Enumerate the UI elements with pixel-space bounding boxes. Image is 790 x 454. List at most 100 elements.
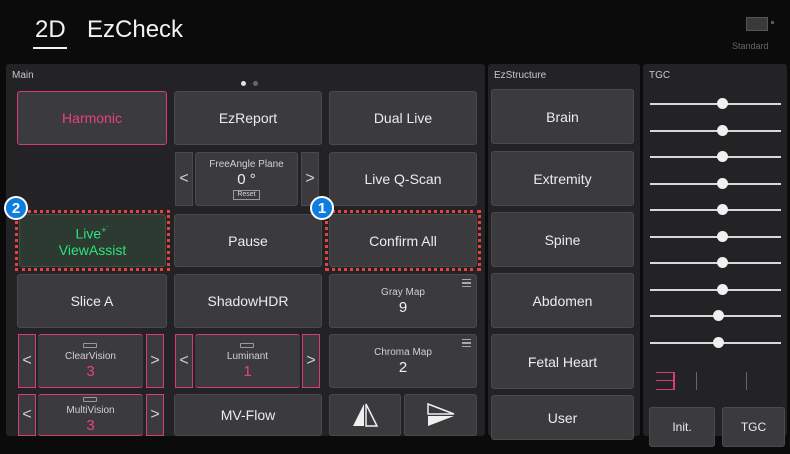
- ezreport-label: EzReport: [218, 110, 278, 126]
- menu-icon[interactable]: [462, 339, 471, 347]
- ezstructure-user-button[interactable]: User: [491, 395, 634, 440]
- tgc-button[interactable]: TGC: [722, 407, 785, 447]
- multivision-value: 3: [86, 416, 95, 434]
- chroma-map-value: 2: [398, 358, 408, 376]
- chevron-right-icon: >: [306, 352, 316, 369]
- ezstructure-item-label: User: [547, 409, 578, 426]
- tgc-slider-knob[interactable]: [713, 337, 724, 348]
- dual-live-button[interactable]: Dual Live: [329, 91, 477, 145]
- main-panel-title: Main: [12, 70, 34, 81]
- harmonic-button[interactable]: Harmonic: [17, 91, 167, 145]
- confirm-all-button[interactable]: Confirm All: [325, 210, 481, 271]
- pause-button[interactable]: Pause: [174, 214, 322, 267]
- tgc-slider-track[interactable]: [650, 156, 781, 158]
- slice-a-button[interactable]: Slice A: [17, 274, 167, 328]
- freeangle-decrease-button[interactable]: <: [175, 152, 193, 206]
- monitor-indicator: [771, 21, 774, 24]
- tgc-slider-knob[interactable]: [717, 151, 728, 162]
- ezstructure-abdomen-button[interactable]: Abdomen: [491, 273, 634, 328]
- ezstructure-item-label: Fetal Heart: [527, 353, 598, 370]
- page-dot-inactive: [253, 81, 259, 86]
- live-viewassist-button[interactable]: Live+˙ ViewAssist: [15, 210, 170, 271]
- tgc-slider-track[interactable]: [650, 236, 781, 238]
- ezstructure-item-label: Spine: [544, 231, 581, 248]
- tgc-slider-track[interactable]: [650, 130, 781, 132]
- ezstructure-extremity-button[interactable]: Extremity: [491, 151, 634, 206]
- tgc-title: TGC: [649, 70, 671, 81]
- ezstructure-item-label: Extremity: [533, 170, 592, 187]
- multivision-decrease-button[interactable]: <: [18, 394, 36, 436]
- ezstructure-title: EzStructure: [494, 70, 547, 81]
- step-badge-1: 1: [310, 196, 334, 220]
- chevron-right-icon: >: [305, 170, 315, 187]
- ezreport-button[interactable]: EzReport: [174, 91, 322, 145]
- page-dot-active: [241, 81, 246, 86]
- live-qscan-button[interactable]: Live Q-Scan: [329, 152, 477, 206]
- luminant-increase-button[interactable]: >: [302, 334, 320, 388]
- page-indicator[interactable]: [241, 73, 261, 91]
- step-badge-2: 2: [4, 196, 28, 220]
- ezstructure-fetal-heart-button[interactable]: Fetal Heart: [491, 334, 634, 389]
- shadowhdr-button[interactable]: ShadowHDR: [174, 274, 322, 328]
- tgc-mini-bar-pink: [656, 372, 674, 390]
- clearvision-increase-button[interactable]: >: [146, 334, 164, 388]
- tgc-slider-track[interactable]: [650, 183, 781, 185]
- mv-flow-button[interactable]: MV-Flow: [174, 394, 322, 436]
- step-badge-1-label: 1: [317, 199, 327, 217]
- tgc-slider-knob[interactable]: [717, 284, 728, 295]
- flip-horizontal-icon: [353, 403, 379, 427]
- ezstructure-spine-button[interactable]: Spine: [491, 212, 634, 267]
- freeangle-reset-button[interactable]: Reset: [233, 189, 260, 200]
- multivision-title: MultiVision: [66, 404, 115, 416]
- tgc-mini-bar-2: [696, 372, 697, 390]
- dual-live-label: Dual Live: [373, 110, 433, 126]
- luminant-decrease-button[interactable]: <: [175, 334, 193, 388]
- gray-map-button[interactable]: Gray Map 9: [329, 274, 477, 328]
- clearvision-control: ClearVision 3: [38, 334, 143, 388]
- sparkle-icon: +˙: [101, 224, 110, 235]
- tgc-slider-knob[interactable]: [717, 125, 728, 136]
- gray-map-value: 9: [398, 298, 408, 316]
- chroma-map-button[interactable]: Chroma Map 2: [329, 334, 477, 388]
- tgc-init-button[interactable]: Init.: [649, 407, 715, 447]
- multivision-increase-button[interactable]: >: [146, 394, 164, 436]
- freeangle-title: FreeAngle Plane: [209, 158, 284, 170]
- tgc-slider-knob[interactable]: [717, 204, 728, 215]
- tab-2d[interactable]: 2D: [35, 16, 66, 44]
- ezstructure-brain-button[interactable]: Brain: [491, 89, 634, 144]
- menu-icon[interactable]: [462, 279, 471, 287]
- freeangle-value: 0 °: [237, 170, 256, 188]
- luminant-control: Luminant 1: [195, 334, 300, 388]
- tgc-slider-track[interactable]: [650, 103, 781, 105]
- live-qscan-label: Live Q-Scan: [364, 171, 442, 187]
- shadowhdr-label: ShadowHDR: [207, 293, 289, 309]
- tgc-slider-track[interactable]: [650, 209, 781, 211]
- monitor-icon[interactable]: [746, 17, 768, 31]
- tgc-slider-knob[interactable]: [713, 310, 724, 321]
- luminant-icon: [240, 342, 255, 348]
- tgc-slider-track[interactable]: [650, 289, 781, 291]
- tab-2d-underline: [33, 47, 67, 49]
- luminant-value: 1: [243, 362, 252, 380]
- tab-ezcheck[interactable]: EzCheck: [87, 16, 183, 44]
- tgc-slider-track[interactable]: [650, 262, 781, 264]
- tgc-slider-knob[interactable]: [717, 257, 728, 268]
- clearvision-decrease-button[interactable]: <: [18, 334, 36, 388]
- tgc-slider-knob[interactable]: [717, 98, 728, 109]
- luminant-title: Luminant: [226, 350, 269, 362]
- clearvision-icon: [83, 342, 98, 348]
- step-badge-2-label: 2: [11, 199, 21, 217]
- gray-map-title: Gray Map: [381, 286, 425, 298]
- flip-horizontal-button[interactable]: [329, 394, 401, 436]
- freeangle-plane-control: FreeAngle Plane 0 ° Reset: [195, 152, 298, 206]
- pause-label: Pause: [228, 232, 268, 249]
- slice-a-label: Slice A: [70, 293, 114, 309]
- tgc-init-label: Init.: [672, 420, 692, 434]
- flip-vertical-button[interactable]: [404, 394, 477, 436]
- chevron-left-icon: <: [179, 352, 189, 369]
- multivision-control: MultiVision 3: [38, 394, 143, 436]
- standard-label: Standard: [732, 41, 769, 51]
- clearvision-title: ClearVision: [65, 350, 116, 362]
- tgc-slider-knob[interactable]: [717, 178, 728, 189]
- tgc-slider-knob[interactable]: [717, 231, 728, 242]
